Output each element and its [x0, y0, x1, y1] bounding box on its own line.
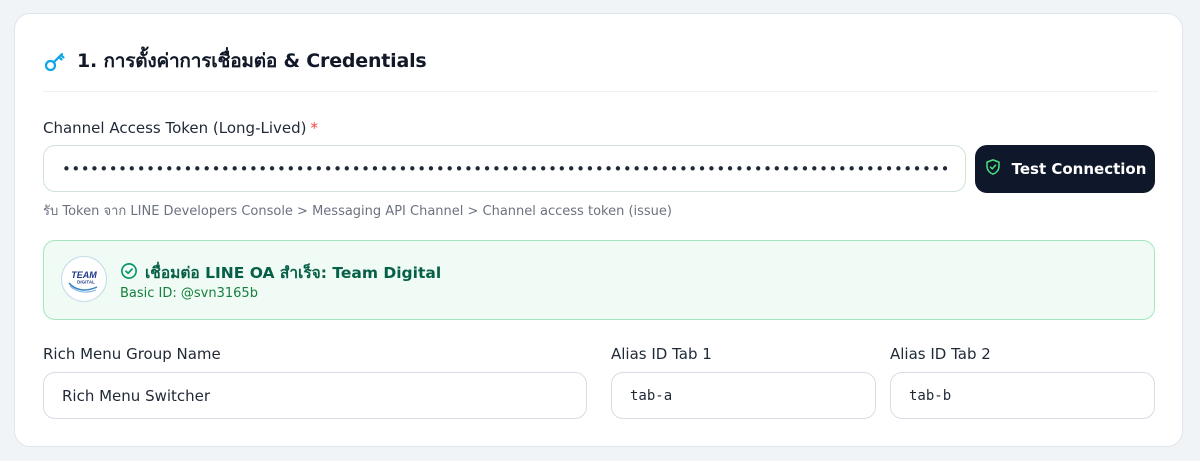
token-masked-value: ••••••••••••••••••••••••••••••••••••••••… — [62, 159, 947, 178]
rich-menu-group-name-input[interactable]: Rich Menu Switcher — [43, 372, 587, 419]
section-divider — [43, 91, 1158, 92]
alias1-label: Alias ID Tab 1 — [611, 345, 712, 363]
avatar-text-digital: DIGITAL — [77, 280, 95, 285]
channel-access-token-input[interactable]: ••••••••••••••••••••••••••••••••••••••••… — [43, 145, 966, 192]
test-connection-button[interactable]: Test Connection — [975, 145, 1155, 193]
line-oa-avatar: TEAM DIGITAL — [61, 256, 107, 302]
connection-settings-card: 1. การตั้งค่าการเชื่อมต่อ & Credentials … — [14, 13, 1183, 447]
token-hint: รับ Token จาก LINE Developers Console > … — [43, 204, 672, 219]
success-title: เชื่อมต่อ LINE OA สำเร็จ: Team Digital — [145, 264, 442, 282]
alias-id-tab1-input[interactable]: tab-a — [611, 372, 876, 419]
shield-check-icon — [984, 158, 1002, 180]
alias1-value: tab-a — [630, 387, 673, 404]
connection-success-banner: TEAM DIGITAL เชื่อมต่อ LINE OA สำเร็จ: T… — [43, 240, 1155, 320]
token-label: Channel Access Token (Long-Lived) * — [43, 119, 318, 137]
token-label-text: Channel Access Token (Long-Lived) — [43, 119, 307, 137]
alias2-value: tab-b — [909, 387, 952, 404]
group-name-value: Rich Menu Switcher — [62, 386, 211, 405]
alias-id-tab2-input[interactable]: tab-b — [890, 372, 1155, 419]
section-title: 1. การตั้งค่าการเชื่อมต่อ & Credentials — [77, 50, 427, 72]
basic-id: Basic ID: @svn3165b — [120, 286, 258, 301]
key-icon — [43, 49, 67, 73]
alias2-label: Alias ID Tab 2 — [890, 345, 991, 363]
avatar-text-team: TEAM — [71, 270, 97, 280]
check-circle-icon — [120, 262, 138, 284]
group-name-label: Rich Menu Group Name — [43, 345, 221, 363]
success-title-row: เชื่อมต่อ LINE OA สำเร็จ: Team Digital — [120, 260, 441, 285]
test-connection-label: Test Connection — [1011, 160, 1147, 178]
section-header: 1. การตั้งค่าการเชื่อมต่อ & Credentials — [43, 44, 427, 78]
required-mark: * — [310, 119, 318, 137]
